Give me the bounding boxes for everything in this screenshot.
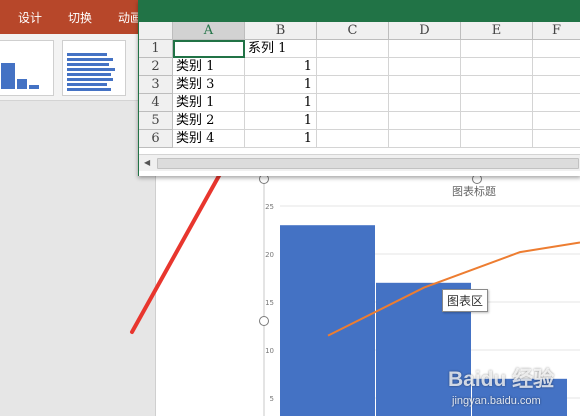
excel-title-bar[interactable] [139, 0, 580, 22]
cell-f5[interactable] [533, 112, 580, 130]
cell-e6[interactable] [461, 130, 533, 148]
column-header-a[interactable]: A [173, 22, 245, 40]
bar[interactable] [280, 225, 375, 416]
cell-d2[interactable] [389, 58, 461, 76]
chart-title[interactable]: 图表标题 [452, 183, 496, 199]
watermark-logo: Baidu 经验 [448, 368, 555, 391]
chart-style-thumbnail-2[interactable] [62, 40, 126, 96]
y-tick-label: 15 [265, 299, 274, 307]
y-axis: 25 20 15 10 5 [265, 203, 274, 403]
row-header-1[interactable]: 1 [139, 40, 173, 58]
cell-a3[interactable]: 类别 3 [173, 76, 245, 94]
column-header-d[interactable]: D [389, 22, 461, 40]
cell-e5[interactable] [461, 112, 533, 130]
tab-design[interactable]: 设计 [18, 9, 42, 26]
cell-c5[interactable] [317, 112, 389, 130]
cell-b1[interactable]: 系列 1 [245, 40, 317, 58]
y-tick-label: 25 [265, 203, 274, 211]
cell-f3[interactable] [533, 76, 580, 94]
column-header-b[interactable]: B [245, 22, 317, 40]
chart-area-tooltip: 图表区 [442, 289, 489, 312]
y-tick-label: 5 [270, 395, 274, 403]
cell-d1[interactable] [389, 40, 461, 58]
cell-a6[interactable]: 类别 4 [173, 130, 245, 148]
scrollbar-thumb[interactable] [157, 158, 579, 169]
row-header-4[interactable]: 4 [139, 94, 173, 112]
cell-c2[interactable] [317, 58, 389, 76]
cell-c3[interactable] [317, 76, 389, 94]
cell-f4[interactable] [533, 94, 580, 112]
cell-a5[interactable]: 类别 2 [173, 112, 245, 130]
cell-d5[interactable] [389, 112, 461, 130]
horizontal-scrollbar[interactable]: ◀ [139, 154, 580, 171]
cell-d3[interactable] [389, 76, 461, 94]
cell-a2[interactable]: 类别 1 [173, 58, 245, 76]
column-header-e[interactable]: E [461, 22, 533, 40]
cell-e4[interactable] [461, 94, 533, 112]
row-header-6[interactable]: 6 [139, 130, 173, 148]
cell-b6[interactable]: 1 [245, 130, 317, 148]
baidu-jingyan-watermark: Baidu 经验 jingyan.baidu.com [448, 363, 578, 413]
cell-e1[interactable] [461, 40, 533, 58]
cell-c1[interactable] [317, 40, 389, 58]
cell-f1[interactable] [533, 40, 580, 58]
cell-c4[interactable] [317, 94, 389, 112]
resize-handle-left[interactable] [259, 316, 269, 326]
cell-f2[interactable] [533, 58, 580, 76]
y-tick-label: 10 [265, 347, 274, 355]
cell-a1[interactable] [173, 40, 245, 58]
row-header-5[interactable]: 5 [139, 112, 173, 130]
row-header-2[interactable]: 2 [139, 58, 173, 76]
cell-a4[interactable]: 类别 1 [173, 94, 245, 112]
cell-b4[interactable]: 1 [245, 94, 317, 112]
excel-data-window[interactable]: A B C D E F 1 系列 1 2 类别 1 1 3 类别 3 1 4 类… [138, 0, 580, 176]
slide-thumbnail-pane [0, 101, 156, 416]
select-all-corner[interactable] [139, 22, 173, 40]
chart-thumbnail-icon [67, 53, 115, 91]
cell-b3[interactable]: 1 [245, 76, 317, 94]
scroll-left-arrow-icon[interactable]: ◀ [144, 158, 150, 167]
cell-d4[interactable] [389, 94, 461, 112]
tab-transitions[interactable]: 切换 [68, 9, 92, 26]
cell-d6[interactable] [389, 130, 461, 148]
chart-style-thumbnail-1[interactable] [0, 40, 54, 96]
y-tick-label: 20 [265, 251, 274, 259]
column-header-f[interactable]: F [533, 22, 580, 40]
cell-e3[interactable] [461, 76, 533, 94]
column-header-c[interactable]: C [317, 22, 389, 40]
cell-f6[interactable] [533, 130, 580, 148]
cell-c6[interactable] [317, 130, 389, 148]
watermark-url: jingyan.baidu.com [452, 395, 541, 407]
cell-e2[interactable] [461, 58, 533, 76]
chart-thumbnail-icon [1, 63, 39, 89]
cell-b5[interactable]: 1 [245, 112, 317, 130]
row-header-3[interactable]: 3 [139, 76, 173, 94]
cell-b2[interactable]: 1 [245, 58, 317, 76]
